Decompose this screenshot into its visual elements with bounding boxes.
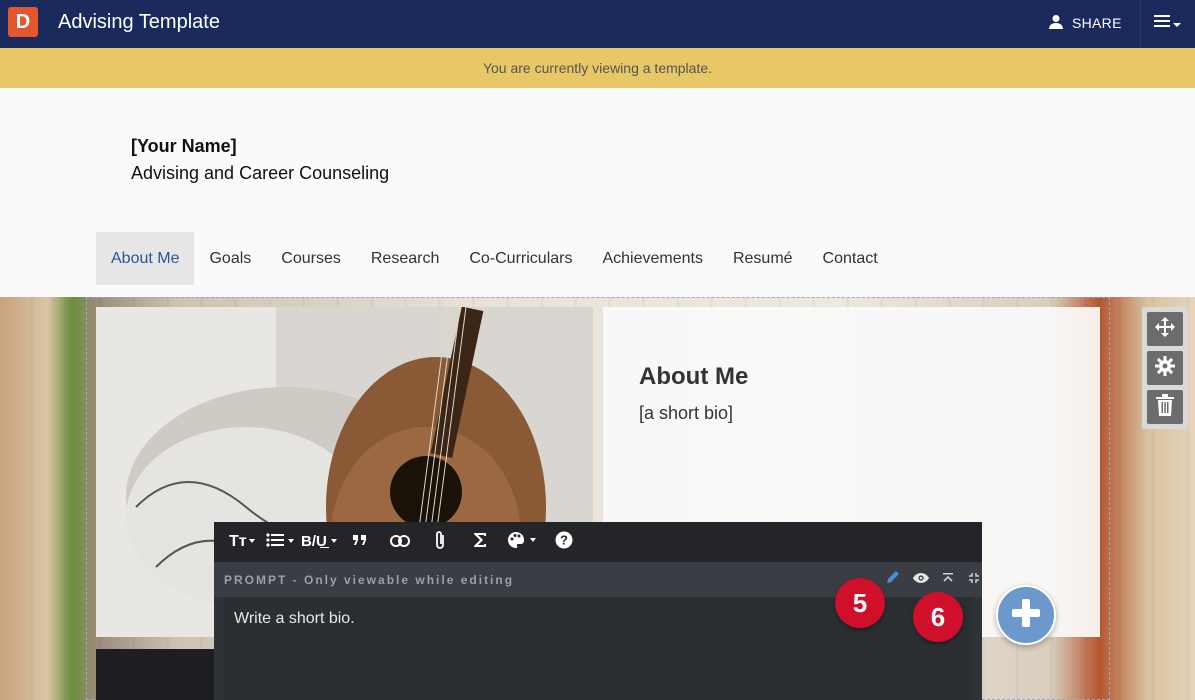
text-size-icon: Tт (229, 532, 255, 552)
page-header: [Your Name] Advising and Career Counseli… (0, 88, 1195, 297)
template-notice-banner: You are currently viewing a template. (0, 48, 1195, 88)
top-bar: D Advising Template SHARE (0, 0, 1195, 48)
owner-name: [Your Name] (131, 136, 237, 156)
nav-item-contact[interactable]: Contact (808, 232, 893, 285)
collapse-up-icon[interactable] (942, 571, 954, 589)
person-icon (1048, 14, 1064, 33)
app-logo[interactable]: D (8, 7, 38, 37)
bold-underline-button[interactable]: B/U (298, 522, 340, 562)
hamburger-icon (1154, 14, 1170, 33)
svg-text:?: ? (560, 533, 568, 548)
delete-section-button[interactable] (1147, 390, 1183, 424)
prompt-actions (886, 570, 980, 589)
palette-icon (507, 531, 537, 553)
main-menu-button[interactable] (1154, 14, 1181, 33)
nav-item-courses[interactable]: Courses (266, 232, 356, 285)
app-title: Advising Template (58, 11, 220, 33)
help-icon: ? (555, 531, 573, 553)
paperclip-icon (434, 530, 446, 554)
caret-down-icon (1173, 15, 1181, 33)
nav-item-co-curriculars[interactable]: Co-Curriculars (454, 232, 587, 285)
nav-item-research[interactable]: Research (356, 232, 454, 285)
nav-item-about-me[interactable]: About Me (96, 232, 195, 285)
plus-icon (1010, 597, 1042, 634)
editor-toolbar: Tт B/U ? (214, 522, 982, 562)
gear-icon (1155, 355, 1175, 381)
section-settings-button[interactable] (1147, 351, 1183, 385)
list-format-button[interactable] (262, 522, 298, 562)
share-label: SHARE (1072, 15, 1122, 31)
svg-text:Tт: Tт (229, 533, 247, 548)
link-icon (390, 534, 410, 551)
about-me-heading: About Me (639, 363, 749, 390)
visibility-eye-icon[interactable] (912, 571, 930, 589)
prompt-label: PROMPT - Only viewable while editing (224, 573, 515, 587)
color-palette-button[interactable] (500, 522, 544, 562)
svg-text:B/U: B/U (301, 533, 327, 548)
callout-badge-6: 6 (913, 592, 963, 642)
page-subtitle: Advising and Career Counseling (131, 163, 390, 183)
insert-link-button[interactable] (380, 522, 420, 562)
attach-file-button[interactable] (420, 522, 460, 562)
nav-item-achievements[interactable]: Achievements (587, 232, 718, 285)
add-section-button[interactable] (996, 585, 1056, 645)
move-arrows-icon (1154, 316, 1176, 343)
insert-equation-button[interactable] (460, 522, 500, 562)
blockquote-button[interactable] (340, 522, 380, 562)
section-tools (1142, 307, 1188, 429)
text-size-button[interactable]: Tт (222, 522, 262, 562)
prompt-text[interactable]: Write a short bio. (234, 610, 355, 628)
edit-pencil-icon[interactable] (886, 570, 900, 589)
move-section-button[interactable] (1147, 312, 1183, 346)
nav-item-resume[interactable]: Resumé (718, 232, 808, 285)
section-nav: About Me Goals Courses Research Co-Curri… (96, 232, 893, 285)
about-me-bio[interactable]: [a short bio] (639, 403, 733, 424)
help-button[interactable]: ? (544, 522, 584, 562)
second-photo-thumbnail[interactable] (96, 649, 216, 700)
menu-divider (1140, 0, 1141, 48)
minimize-icon[interactable] (968, 571, 980, 589)
nav-item-goals[interactable]: Goals (194, 232, 266, 285)
bulleted-list-icon (266, 533, 294, 551)
share-button[interactable]: SHARE (1048, 12, 1122, 34)
callout-badge-5: 5 (835, 578, 885, 628)
sigma-icon (473, 532, 487, 552)
trash-icon (1156, 393, 1174, 421)
bold-underline-icon: B/U (301, 532, 337, 552)
quote-icon (353, 534, 367, 551)
